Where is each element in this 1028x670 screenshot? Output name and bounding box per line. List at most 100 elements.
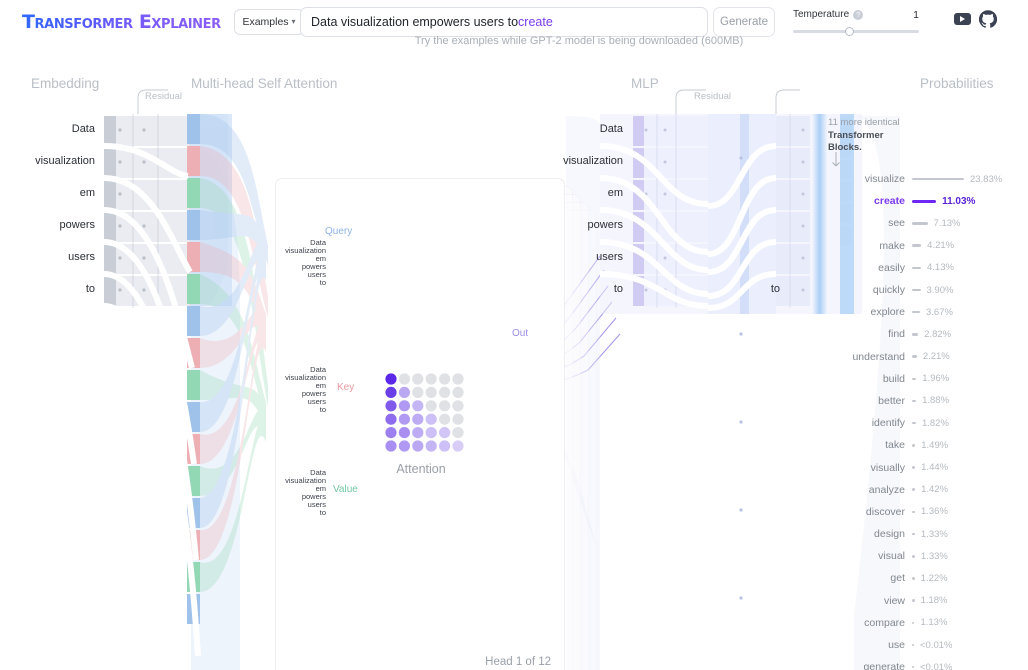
- mlp-columns: [600, 114, 862, 600]
- probability-word: understand: [852, 350, 905, 363]
- probability-row[interactable]: build 1.96%: [836, 368, 1028, 390]
- probability-bar: [912, 621, 915, 625]
- probability-row[interactable]: see 7.13%: [836, 212, 1028, 234]
- probability-percent: 1.22%: [920, 572, 948, 584]
- temperature-label: Temperature: [793, 9, 850, 20]
- probability-word: build: [882, 372, 905, 385]
- probability-word: design: [874, 528, 905, 541]
- mlp-token: Data: [599, 123, 623, 135]
- probability-percent: 1.96%: [922, 373, 950, 385]
- probability-word: visually: [870, 461, 905, 474]
- probability-row[interactable]: easily 4.13%: [836, 257, 1028, 279]
- probability-row[interactable]: get 1.22%: [836, 567, 1028, 589]
- probability-percent: 1.88%: [922, 395, 950, 407]
- probability-row[interactable]: analyze 1.42%: [836, 479, 1028, 501]
- probability-word: easily: [878, 261, 905, 274]
- probability-percent: <0.01%: [920, 639, 953, 651]
- probability-row[interactable]: visually 1.44%: [836, 456, 1028, 478]
- probability-word: generate: [863, 661, 905, 670]
- probability-word: use: [888, 639, 905, 652]
- transformer-visualization: Attention Head 1 of 12 Query Key Value O…: [0, 56, 1028, 670]
- probability-word: quickly: [872, 284, 905, 297]
- probability-percent: 1.36%: [920, 506, 948, 518]
- probability-percent: 1.18%: [920, 595, 948, 607]
- probability-row[interactable]: compare 1.13%: [836, 612, 1028, 634]
- probability-row[interactable]: find 2.82%: [836, 323, 1028, 345]
- github-icon[interactable]: [979, 10, 997, 28]
- value-label: Value: [333, 484, 358, 495]
- probabilities-list: visualize 23.83% create 11.03% see 7.13% make 4…: [836, 168, 1028, 670]
- probability-bar: [912, 577, 915, 580]
- probability-row[interactable]: identify 1.82%: [836, 412, 1028, 434]
- examples-dropdown-button[interactable]: Examples ▾: [234, 9, 304, 35]
- youtube-icon[interactable]: [954, 13, 971, 25]
- probability-percent: 1.33%: [920, 550, 948, 562]
- prompt-input[interactable]: Data visualization empowers users to cre…: [300, 7, 708, 37]
- probability-word: create: [874, 195, 905, 208]
- probability-row[interactable]: understand 2.21%: [836, 346, 1028, 368]
- probability-bar: [912, 510, 915, 514]
- probability-word: discover: [865, 505, 905, 518]
- probability-word: visualize: [864, 173, 905, 186]
- probability-row[interactable]: discover 1.36%: [836, 501, 1028, 523]
- probability-word: better: [878, 394, 905, 407]
- mlp-token: visualization: [563, 155, 623, 167]
- embedding-token: to: [85, 283, 95, 295]
- probability-bar: [912, 244, 922, 247]
- probability-percent: 1.82%: [921, 417, 949, 429]
- temperature-slider[interactable]: [793, 27, 919, 36]
- probability-row[interactable]: explore 3.67%: [836, 301, 1028, 323]
- output-token: to: [770, 283, 780, 295]
- temperature-value: 1: [913, 8, 919, 21]
- probability-row[interactable]: make 4.21%: [836, 235, 1028, 257]
- probability-bar: [912, 288, 921, 292]
- embedding-token: em: [79, 187, 95, 199]
- embedding-token: Data: [71, 123, 95, 135]
- probability-row[interactable]: create 11.03%: [836, 190, 1028, 212]
- out-label: Out: [512, 328, 529, 339]
- probability-word: view: [883, 594, 905, 607]
- probability-row[interactable]: design 1.33%: [836, 523, 1028, 545]
- probability-percent: 11.03%: [942, 195, 976, 207]
- probability-row[interactable]: generate <0.01%: [836, 656, 1028, 670]
- probability-word: identify: [871, 417, 905, 430]
- app-header: Transformer Explainer Examples ▾ Data vi…: [0, 0, 1028, 56]
- probability-bar: [912, 643, 914, 647]
- probability-row[interactable]: view 1.18%: [836, 590, 1028, 612]
- mlp-token: users: [596, 251, 623, 263]
- chevron-down-icon: ▾: [291, 17, 296, 26]
- key-label: Key: [337, 382, 355, 393]
- probability-percent: 23.83%: [970, 173, 1003, 185]
- probability-row[interactable]: visualize 23.83%: [836, 168, 1028, 190]
- probability-row[interactable]: take 1.49%: [836, 434, 1028, 456]
- transformer-blocks-note: 11 more identical Transformer Blocks.: [828, 117, 920, 155]
- embedding-token: users: [68, 251, 95, 263]
- probability-row[interactable]: better 1.88%: [836, 390, 1028, 412]
- probability-word: find: [888, 328, 905, 341]
- help-icon[interactable]: ?: [853, 9, 864, 20]
- prompt-text: Data visualization empowers users to: [311, 15, 519, 29]
- probability-bar: [912, 444, 916, 447]
- probability-bar: [912, 177, 964, 181]
- residual-label-2: Residual: [694, 91, 731, 102]
- probability-percent: 1.13%: [920, 617, 948, 629]
- generate-button[interactable]: Generate: [713, 7, 775, 37]
- probability-bar: [912, 333, 919, 336]
- probability-row[interactable]: use <0.01%: [836, 634, 1028, 656]
- section-title-embedding: Embedding: [31, 76, 100, 91]
- blocks-note-line2: Transformer: [828, 129, 884, 141]
- probability-bar: [912, 355, 917, 358]
- probability-word: make: [879, 239, 905, 252]
- probability-row[interactable]: visual 1.33%: [836, 545, 1028, 567]
- query-label: Query: [325, 226, 353, 237]
- probability-bar: [912, 665, 914, 669]
- app-logo: Transformer Explainer: [22, 11, 221, 33]
- status-subtitle: Try the examples while GPT-2 model is be…: [414, 35, 744, 47]
- probability-word: analyze: [868, 483, 905, 496]
- probability-bar: [912, 466, 916, 469]
- probability-percent: 1.42%: [921, 484, 949, 496]
- probability-bar: [912, 555, 915, 558]
- section-title-probabilities: Probabilities: [920, 76, 994, 91]
- probability-word: see: [888, 217, 905, 230]
- probability-row[interactable]: quickly 3.90%: [836, 279, 1028, 301]
